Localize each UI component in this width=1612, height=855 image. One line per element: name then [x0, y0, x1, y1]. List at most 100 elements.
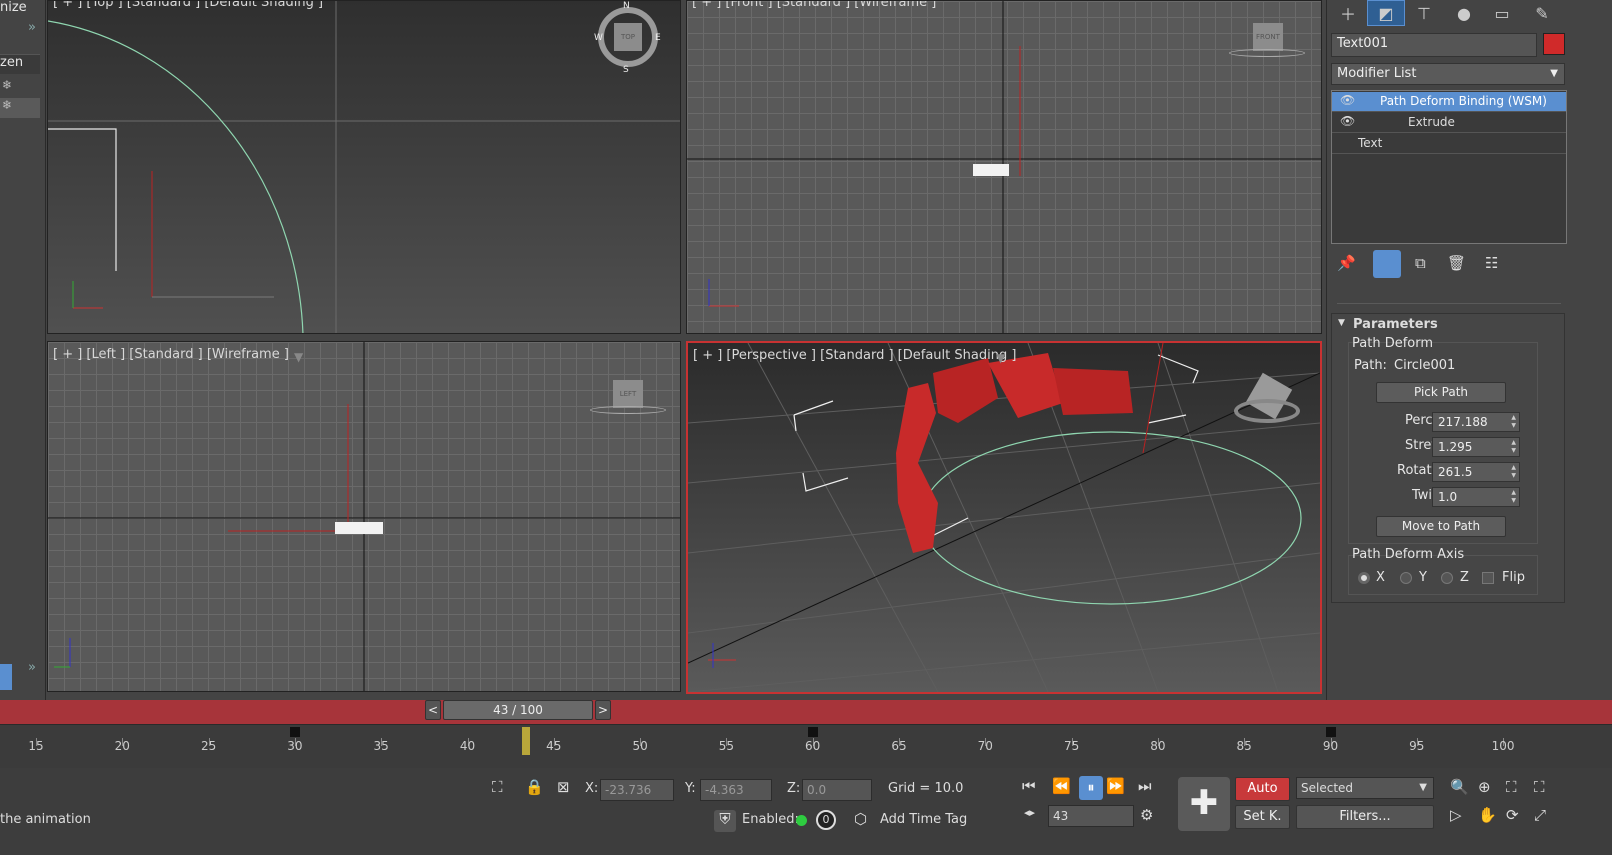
freeze-icon[interactable]: ❄: [0, 78, 40, 98]
rotation-spinner[interactable]: 261.5: [1432, 462, 1520, 482]
viewport-perspective[interactable]: [ + ] [Perspective ] [Standard ] [Defaul…: [686, 341, 1322, 694]
viewcube-ring[interactable]: [1229, 49, 1305, 57]
filter-icon[interactable]: ▼: [996, 351, 1005, 365]
filter-icon[interactable]: ▼: [294, 350, 303, 364]
z-coordinate-field[interactable]: 0.0: [802, 779, 872, 801]
frame-spinner-arrows-icon[interactable]: ◂▸: [1024, 806, 1035, 819]
expand-chevron-icon[interactable]: »: [28, 20, 36, 35]
make-unique-icon[interactable]: ⧉: [1415, 254, 1426, 272]
axis-z-label: Z: [1460, 570, 1469, 585]
zoom-extents-all-icon[interactable]: ⛶: [1534, 778, 1545, 796]
x-coordinate-field[interactable]: -23.736: [600, 779, 674, 801]
shield-icon[interactable]: ⛨: [714, 810, 736, 832]
modify-icon[interactable]: ◩: [1367, 0, 1405, 26]
viewport-front[interactable]: [ + ] [Front ] [Standard ] [Wireframe ] …: [686, 0, 1322, 334]
frozen-column-header[interactable]: zen: [0, 55, 23, 70]
zoom-all-icon[interactable]: ⊕: [1478, 778, 1491, 796]
utilities-icon[interactable]: ✎: [1523, 0, 1561, 26]
rollout-title[interactable]: Parameters: [1353, 317, 1438, 332]
eye-icon[interactable]: 👁: [1340, 114, 1355, 128]
time-slider-bar[interactable]: < 43 / 100 >: [0, 700, 1612, 724]
viewcube-front-face[interactable]: FRONT: [1253, 23, 1283, 51]
next-frame-button[interactable]: >: [595, 700, 611, 720]
ruler-tick-label: 95: [1409, 739, 1425, 753]
motion-icon[interactable]: ●: [1445, 0, 1483, 26]
zoom-extents-icon[interactable]: ⛶: [1506, 778, 1517, 796]
collapse-arrow-icon[interactable]: ▼: [1338, 318, 1345, 328]
layer-toggle-icon[interactable]: [0, 664, 12, 690]
object-name-field[interactable]: Text001: [1331, 33, 1537, 57]
time-slider-thumb[interactable]: 43 / 100: [443, 700, 593, 720]
enabled-count-badge[interactable]: 0: [816, 810, 836, 830]
track-bar[interactable]: 15 20 25 30 35 40 45 50 55 60 65 70 75 80 85 90 95 100: [0, 724, 1612, 768]
pick-path-button[interactable]: Pick Path: [1376, 382, 1506, 403]
axis-group-label: Path Deform Axis: [1352, 547, 1465, 562]
enabled-label: Enabled:: [742, 812, 799, 827]
field-of-view-icon[interactable]: ▷: [1450, 806, 1462, 824]
set-key-icon[interactable]: ✚: [1178, 777, 1230, 831]
viewcube-left-face[interactable]: LEFT: [613, 380, 643, 408]
viewport-label[interactable]: [ + ] [Perspective ] [Standard ] [Defaul…: [693, 348, 1016, 363]
previous-key-icon[interactable]: ⏪: [1052, 777, 1071, 795]
keyframe-marker[interactable]: [1326, 727, 1336, 737]
axis-x-radio[interactable]: [1358, 572, 1370, 584]
stack-item[interactable]: Text: [1332, 134, 1566, 154]
add-time-tag-button[interactable]: Add Time Tag: [880, 812, 967, 827]
pin-stack-icon[interactable]: 📌: [1337, 254, 1356, 272]
configure-sets-icon[interactable]: ☷: [1485, 254, 1498, 272]
eye-icon[interactable]: 👁: [1340, 93, 1355, 107]
filters-button[interactable]: Filters...: [1296, 805, 1434, 829]
freeze-icon[interactable]: ❄: [0, 98, 40, 118]
flip-checkbox[interactable]: [1482, 572, 1494, 584]
viewport-label[interactable]: [ + ] [Top ] [Standard ] [Default Shadin…: [53, 1, 323, 10]
expand-chevron-icon[interactable]: »: [28, 660, 36, 675]
stretch-spinner[interactable]: 1.295: [1432, 437, 1520, 457]
viewport-label[interactable]: [ + ] [Front ] [Standard ] [Wireframe ]: [692, 1, 936, 10]
ruler-tick-label: 100: [1491, 739, 1515, 753]
modifier-list-dropdown[interactable]: Modifier List ▼: [1331, 63, 1565, 85]
set-key-button[interactable]: Set K.: [1235, 805, 1290, 829]
keyframe-marker[interactable]: [290, 727, 300, 737]
hierarchy-icon[interactable]: ⊤: [1405, 0, 1443, 26]
axis-z-radio[interactable]: [1441, 572, 1453, 584]
axis-x-label: X: [1376, 570, 1385, 585]
lock-icon[interactable]: 🔒: [525, 778, 544, 796]
trash-icon[interactable]: 🗑: [1447, 254, 1466, 272]
viewcube-ring[interactable]: [590, 406, 666, 414]
show-end-result-icon[interactable]: [1373, 250, 1401, 278]
absolute-transform-icon[interactable]: ⊠: [557, 778, 570, 796]
stack-item[interactable]: 👁 Extrude: [1332, 113, 1566, 133]
prev-frame-button[interactable]: <: [425, 700, 441, 720]
key-filter-dropdown[interactable]: Selected ▼: [1296, 777, 1434, 799]
isolate-selection-icon[interactable]: ⛶: [492, 778, 503, 796]
keyframe-marker[interactable]: [808, 727, 818, 737]
panel-title-fragment: nize: [0, 0, 27, 15]
display-icon[interactable]: ▭: [1483, 0, 1521, 26]
auto-key-button[interactable]: Auto: [1235, 777, 1290, 801]
pause-icon[interactable]: ⏸: [1079, 776, 1103, 800]
go-to-end-icon[interactable]: ⏭: [1138, 777, 1152, 795]
percent-spinner[interactable]: 217.188: [1432, 412, 1520, 432]
orbit-icon[interactable]: ⟳: [1506, 806, 1519, 824]
go-to-start-icon[interactable]: ⏮: [1022, 777, 1036, 795]
axis-y-radio[interactable]: [1400, 572, 1412, 584]
zoom-icon[interactable]: 🔍: [1450, 778, 1469, 796]
create-icon[interactable]: ＋: [1329, 0, 1367, 26]
time-tag-icon[interactable]: ⬡: [854, 810, 867, 828]
time-configuration-icon[interactable]: ⚙: [1140, 806, 1153, 824]
current-frame-marker[interactable]: [522, 727, 530, 755]
y-coordinate-field[interactable]: -4.363: [700, 779, 772, 801]
viewcube-ring[interactable]: [1234, 399, 1300, 423]
current-frame-field[interactable]: 43: [1048, 805, 1134, 827]
twist-spinner[interactable]: 1.0: [1432, 487, 1520, 507]
viewport-label[interactable]: [ + ] [Left ] [Standard ] [Wireframe ]: [53, 347, 289, 362]
maximize-viewport-icon[interactable]: ⤢: [1534, 806, 1546, 824]
pan-hand-icon[interactable]: ✋: [1478, 806, 1497, 824]
viewcube-top-face[interactable]: TOP: [614, 23, 642, 51]
next-key-icon[interactable]: ⏩: [1106, 777, 1125, 795]
stack-item[interactable]: 👁 Path Deform Binding (WSM): [1332, 92, 1566, 112]
object-color-swatch[interactable]: [1543, 33, 1565, 55]
viewport-top[interactable]: [ + ] [Top ] [Standard ] [Default Shadin…: [47, 0, 681, 334]
move-to-path-button[interactable]: Move to Path: [1376, 516, 1506, 537]
viewport-left[interactable]: [ + ] [Left ] [Standard ] [Wireframe ] ▼…: [47, 341, 681, 692]
